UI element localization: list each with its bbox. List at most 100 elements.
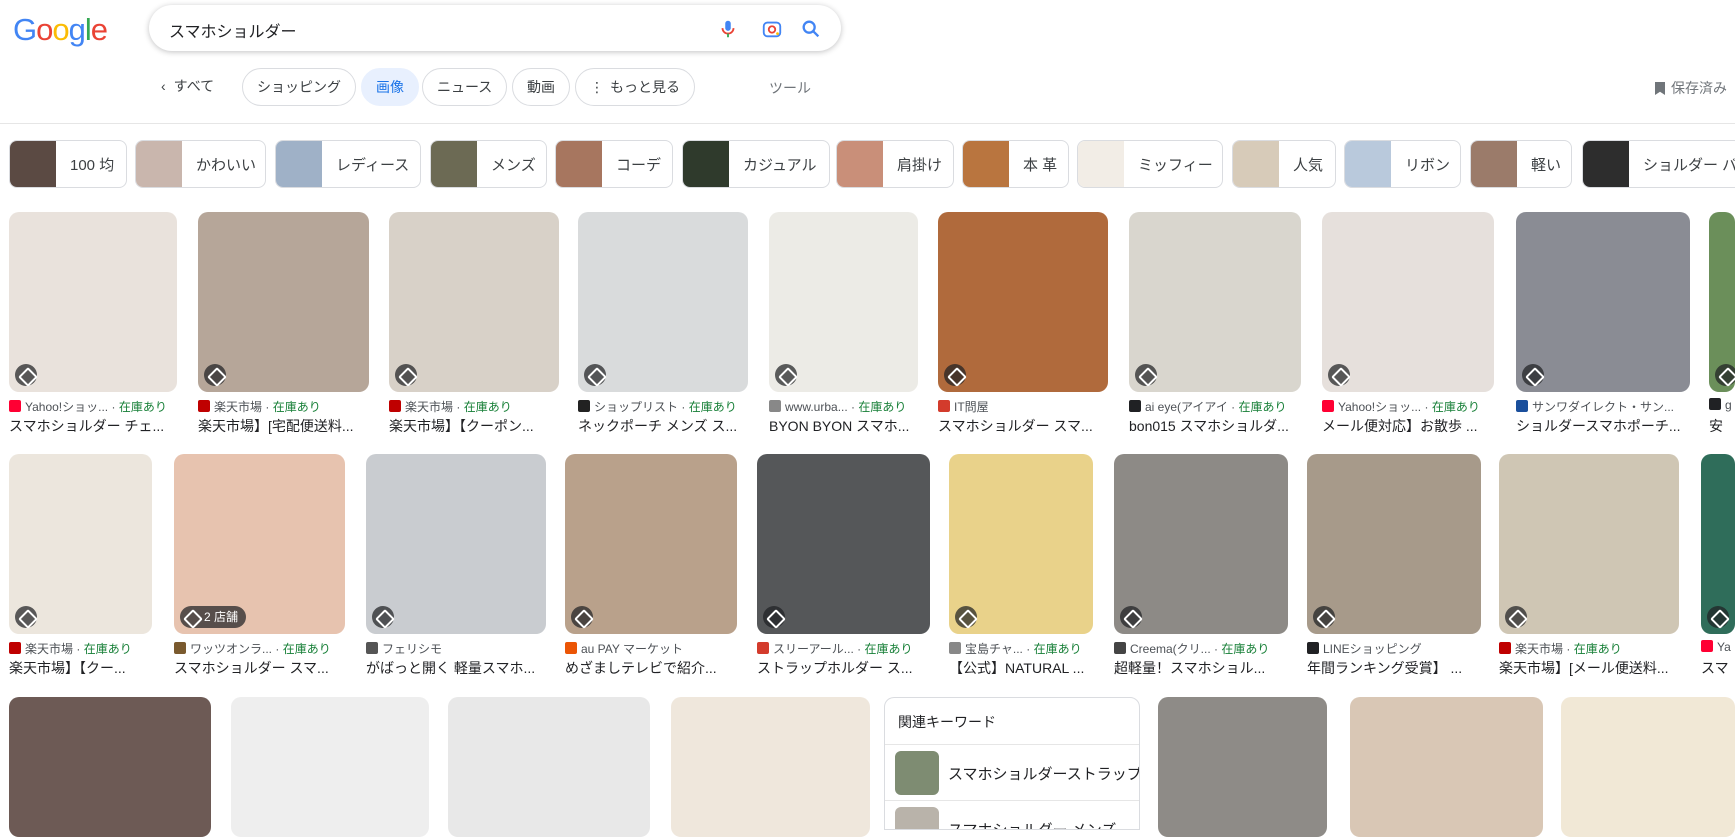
result-title[interactable]: スマ — [1701, 658, 1735, 678]
result-thumbnail[interactable] — [9, 454, 152, 634]
image-result-card[interactable]: g安 — [1709, 212, 1735, 436]
mic-icon[interactable] — [717, 18, 739, 40]
related-keyword-item[interactable]: スマホショルダー メンズ — [885, 800, 1139, 829]
result-title[interactable]: 安 — [1709, 416, 1735, 436]
tab-videos[interactable]: 動画 — [512, 68, 570, 106]
result-source[interactable]: 楽天市場 · 在庫あり — [9, 640, 152, 657]
result-title[interactable]: めざましテレビで紹介... — [565, 658, 737, 678]
result-source[interactable]: 楽天市場 · 在庫あり — [389, 398, 559, 415]
result-title[interactable]: スマホショルダー チェ... — [9, 416, 177, 436]
result-source[interactable]: 宝島チャ... · 在庫あり — [949, 640, 1093, 657]
image-result-card[interactable]: 2 店舗 ワッツオンラ... · 在庫あり スマホショルダー スマ... — [174, 454, 345, 678]
result-thumbnail[interactable] — [389, 212, 559, 392]
result-title[interactable]: ショルダースマホポーチ... — [1516, 416, 1690, 436]
result-thumbnail[interactable]: 2 店舗 — [174, 454, 345, 634]
search-icon[interactable] — [800, 18, 822, 40]
result-title[interactable]: がばっと開く 軽量スマホ... — [366, 658, 546, 678]
result-thumbnail[interactable] — [578, 212, 748, 392]
saved-button[interactable]: 保存済み — [1655, 78, 1727, 98]
filter-chip[interactable]: 人気 — [1232, 140, 1336, 188]
result-title[interactable]: ストラップホルダー ス... — [757, 658, 930, 678]
result-thumbnail[interactable] — [1499, 454, 1679, 634]
result-title[interactable]: メール便対応】お散歩 ... — [1322, 416, 1494, 436]
result-thumbnail[interactable] — [1701, 454, 1735, 634]
result-source[interactable]: g — [1709, 398, 1735, 412]
image-result-card[interactable]: au PAY マーケット めざましテレビで紹介... — [565, 454, 737, 678]
image-result-card[interactable]: 楽天市場 · 在庫あり 楽天市場】[メール便送料... — [1499, 454, 1679, 678]
result-thumbnail[interactable] — [366, 454, 546, 634]
result-thumbnail[interactable] — [938, 212, 1108, 392]
filter-chip[interactable]: コーデ — [555, 140, 673, 188]
result-title[interactable]: 楽天市場】[メール便送料... — [1499, 658, 1679, 678]
result-source[interactable]: Yahoo!ショッ... · 在庫あり — [9, 398, 177, 415]
image-result-card[interactable]: Yahoo!ショッ... · 在庫あり スマホショルダー チェ... — [9, 212, 177, 436]
image-result-card[interactable] — [9, 697, 211, 837]
result-title[interactable]: 楽天市場】【クーポン... — [389, 416, 559, 436]
result-title[interactable]: 楽天市場】【クー... — [9, 658, 152, 678]
result-thumbnail[interactable] — [671, 697, 870, 837]
result-thumbnail[interactable] — [769, 212, 918, 392]
filter-chip[interactable]: カジュアル — [682, 140, 830, 188]
result-thumbnail[interactable] — [448, 697, 650, 837]
result-source[interactable]: サンワダイレクト・サン... — [1516, 398, 1690, 415]
result-source[interactable]: ショップリスト · 在庫あり — [578, 398, 748, 415]
image-result-card[interactable]: 楽天市場 · 在庫あり 楽天市場】【クー... — [9, 454, 152, 678]
result-thumbnail[interactable] — [198, 212, 369, 392]
related-keyword-item[interactable]: スマホショルダーストラップ — [885, 744, 1139, 800]
result-thumbnail[interactable] — [1129, 212, 1301, 392]
image-result-card[interactable] — [1561, 697, 1735, 837]
result-thumbnail[interactable] — [9, 697, 211, 837]
result-source[interactable]: ワッツオンラ... · 在庫あり — [174, 640, 345, 657]
result-thumbnail[interactable] — [757, 454, 930, 634]
image-result-card[interactable] — [1350, 697, 1543, 837]
search-box[interactable]: スマホショルダー — [149, 5, 841, 51]
image-result-card[interactable] — [448, 697, 650, 837]
result-thumbnail[interactable] — [949, 454, 1093, 634]
image-result-card[interactable] — [231, 697, 429, 837]
result-title[interactable]: スマホショルダー スマ... — [938, 416, 1108, 436]
filter-chip[interactable]: かわいい — [135, 140, 266, 188]
result-title[interactable]: ネックポーチ メンズ ス... — [578, 416, 748, 436]
image-result-card[interactable]: IT問屋 スマホショルダー スマ... — [938, 212, 1108, 436]
result-title[interactable]: 楽天市場】[宅配便送料... — [198, 416, 369, 436]
tab-more[interactable]: ⋮ もっと見る — [575, 68, 695, 106]
result-thumbnail[interactable] — [1516, 212, 1690, 392]
result-thumbnail[interactable] — [565, 454, 737, 634]
result-source[interactable]: Creema(クリ... · 在庫あり — [1114, 640, 1288, 657]
result-thumbnail[interactable] — [1350, 697, 1543, 837]
filter-chip[interactable]: 軽い — [1470, 140, 1572, 188]
image-result-card[interactable]: サンワダイレクト・サン... ショルダースマホポーチ... — [1516, 212, 1690, 436]
result-title[interactable]: 年間ランキング受賞】 ... — [1307, 658, 1481, 678]
filter-chip[interactable]: レディース — [275, 140, 421, 188]
image-result-card[interactable] — [1158, 697, 1327, 837]
result-thumbnail[interactable] — [231, 697, 429, 837]
google-logo[interactable]: Google — [13, 12, 108, 48]
result-thumbnail[interactable] — [1709, 212, 1735, 392]
result-source[interactable]: 楽天市場 · 在庫あり — [1499, 640, 1679, 657]
filter-chip[interactable]: ショルダー バッグ — [1582, 140, 1735, 188]
image-result-card[interactable]: ショップリスト · 在庫あり ネックポーチ メンズ ス... — [578, 212, 748, 436]
tools-button[interactable]: ツール — [769, 78, 811, 98]
result-source[interactable]: Ya — [1701, 640, 1735, 654]
image-result-card[interactable]: LINEショッピング 年間ランキング受賞】 ... — [1307, 454, 1481, 678]
result-source[interactable]: Yahoo!ショッ... · 在庫あり — [1322, 398, 1494, 415]
image-result-card[interactable]: 宝島チャ... · 在庫あり 【公式】NATURAL ... — [949, 454, 1093, 678]
result-source[interactable]: スリーアール... · 在庫あり — [757, 640, 930, 657]
result-thumbnail[interactable] — [1322, 212, 1494, 392]
image-result-card[interactable]: Creema(クリ... · 在庫あり 超軽量！スマホショル... — [1114, 454, 1288, 678]
tab-news[interactable]: ニュース — [422, 68, 508, 106]
result-title[interactable]: BYON BYON スマホ... — [769, 416, 918, 436]
result-source[interactable]: IT問屋 — [938, 398, 1108, 415]
result-source[interactable]: LINEショッピング — [1307, 640, 1481, 657]
search-input[interactable]: スマホショルダー — [169, 18, 297, 42]
result-title[interactable]: 【公式】NATURAL ... — [949, 658, 1093, 678]
back-all-link[interactable]: ‹ すべて — [149, 68, 229, 106]
result-source[interactable]: www.urba... · 在庫あり — [769, 398, 918, 415]
result-thumbnail[interactable] — [1561, 697, 1735, 837]
tab-shopping[interactable]: ショッピング — [242, 68, 356, 106]
result-thumbnail[interactable] — [1114, 454, 1288, 634]
image-result-card[interactable]: 楽天市場 · 在庫あり 楽天市場】【クーポン... — [389, 212, 559, 436]
filter-chip[interactable]: メンズ — [430, 140, 547, 188]
result-title[interactable]: 超軽量！スマホショル... — [1114, 658, 1288, 678]
result-thumbnail[interactable] — [1158, 697, 1327, 837]
